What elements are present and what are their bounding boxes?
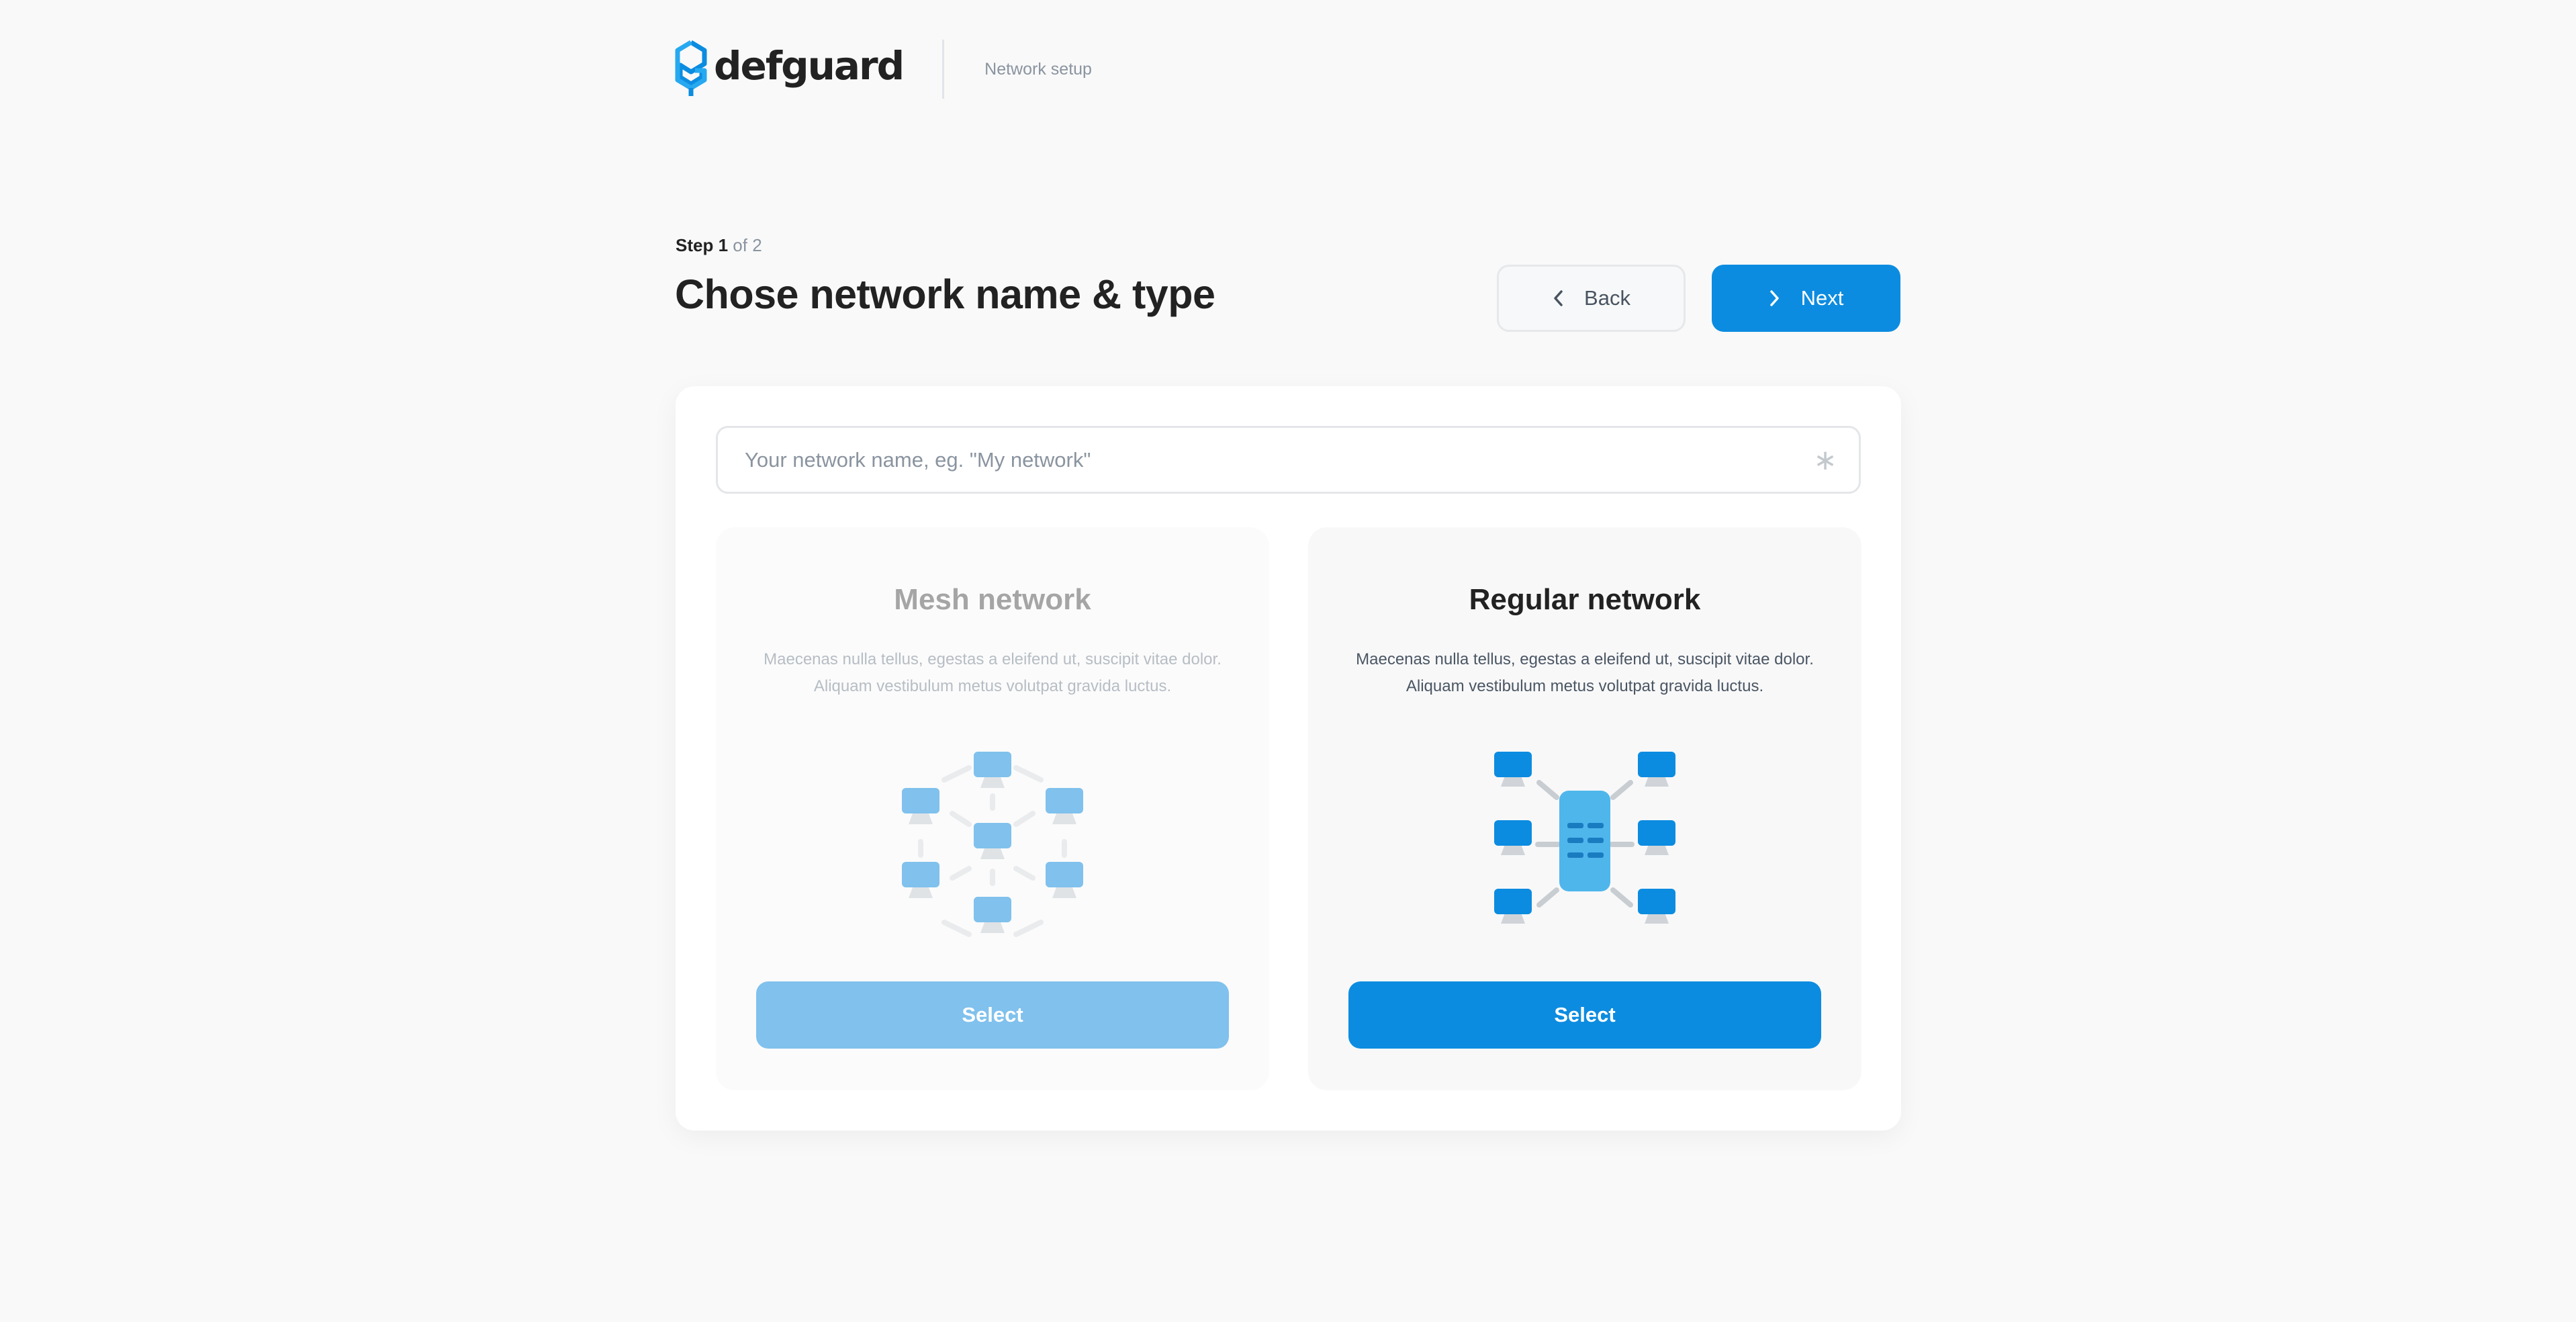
defguard-logo-icon — [675, 40, 707, 96]
top-bar: defguard Network setup — [675, 39, 1092, 99]
network-name-input[interactable] — [718, 427, 1805, 492]
next-button[interactable]: Next — [1712, 265, 1900, 332]
description-line: Maecenas nulla tellus, egestas a eleifen… — [1356, 650, 1814, 668]
select-mesh-button[interactable]: Select — [756, 981, 1229, 1049]
step-word: Step — [676, 235, 714, 255]
network-name-field[interactable]: ∗ — [716, 426, 1861, 494]
chevron-right-icon — [1769, 289, 1781, 308]
select-regular-button[interactable]: Select — [1348, 981, 1821, 1049]
defguard-logo[interactable]: defguard — [675, 40, 905, 99]
description-line: Maecenas nulla tellus, egestas a eleifen… — [764, 650, 1222, 668]
network-type-title: Regular network — [1469, 583, 1701, 616]
section-label: Network setup — [984, 59, 1092, 79]
page-title: Chose network name & type — [675, 271, 1215, 317]
back-button[interactable]: Back — [1497, 265, 1686, 332]
chevron-left-icon — [1552, 289, 1564, 308]
network-type-title: Mesh network — [894, 583, 1091, 616]
step-total: of 2 — [733, 235, 762, 255]
step-current-number: 1 — [718, 235, 729, 255]
network-type-card-regular[interactable]: Regular network Maecenas nulla tellus, e… — [1308, 527, 1861, 1090]
step-indicator: Step 1 of 2 — [676, 235, 762, 256]
description-line: Aliquam vestibulum metus volutpat gravid… — [813, 676, 1172, 695]
asterisk-icon: ∗ — [1813, 443, 1837, 476]
network-setup-card: ∗ Mesh network Maecenas nulla tellus, eg… — [676, 386, 1901, 1131]
next-button-label: Next — [1800, 286, 1844, 310]
regular-network-illustration-icon — [1494, 752, 1675, 924]
back-button-label: Back — [1584, 286, 1630, 310]
network-type-card-mesh[interactable]: Mesh network Maecenas nulla tellus, eges… — [716, 527, 1269, 1090]
logo-wordmark: defguard — [714, 43, 905, 89]
step-label: Step 1 — [676, 235, 728, 255]
header-divider — [942, 40, 945, 99]
network-type-description: Maecenas nulla tellus, egestas a eleifen… — [751, 646, 1234, 700]
mesh-network-illustration-icon — [902, 752, 1083, 937]
description-line: Aliquam vestibulum metus volutpat gravid… — [1406, 676, 1764, 695]
network-type-description: Maecenas nulla tellus, egestas a eleifen… — [1343, 646, 1827, 700]
